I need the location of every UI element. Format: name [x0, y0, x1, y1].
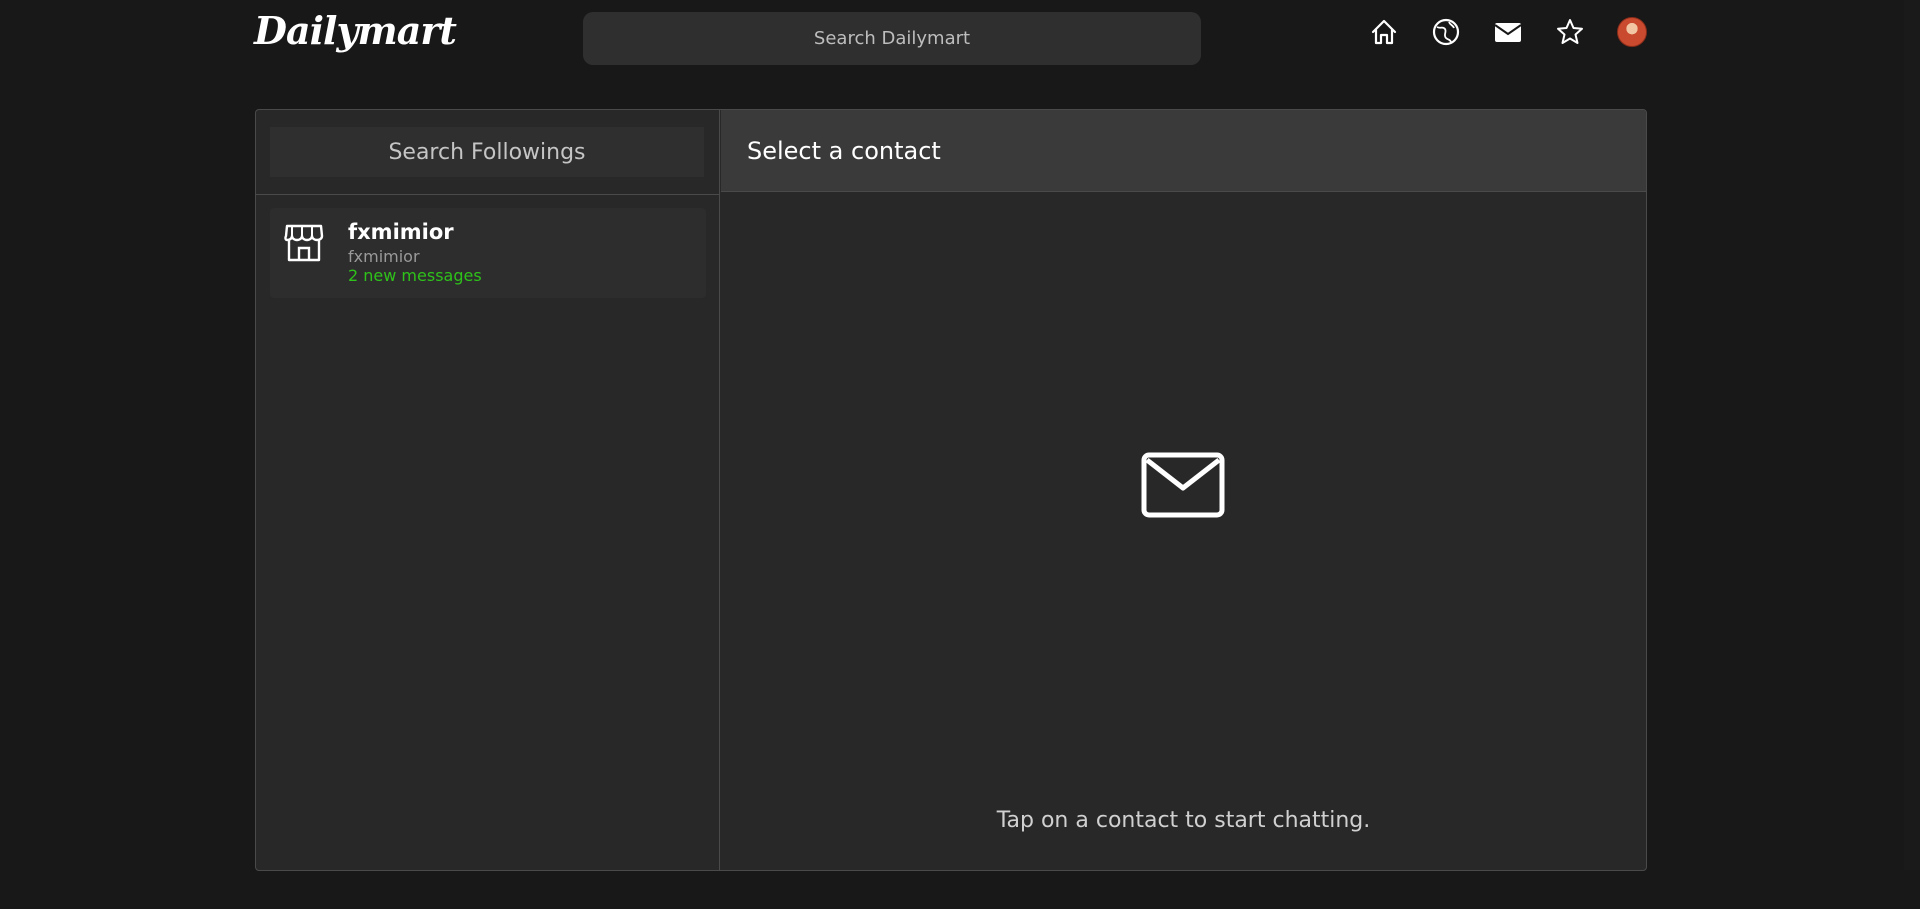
logo[interactable]: Dailymart — [254, 8, 457, 53]
chat-header: Select a contact — [721, 110, 1646, 192]
search-placeholder: Search Dailymart — [813, 28, 971, 49]
chat-title: Select a contact — [747, 136, 941, 165]
avatar[interactable] — [1616, 16, 1648, 48]
contact-username: fxmimior — [348, 247, 420, 266]
search-input[interactable]: Search Dailymart — [583, 12, 1201, 65]
star-icon[interactable] — [1554, 16, 1586, 48]
messages-panel: Search Followings fxmimior fxmimior 2 ne… — [255, 109, 1647, 871]
contacts-sidebar: Search Followings fxmimior fxmimior 2 ne… — [256, 110, 720, 870]
top-nav — [1368, 16, 1648, 48]
page-scrollbar[interactable] — [1904, 0, 1920, 870]
chat-area: Select a contact Tap on a contact to sta… — [721, 110, 1646, 870]
store-icon — [284, 222, 324, 264]
explore-icon[interactable] — [1430, 16, 1462, 48]
sidebar-header: Search Followings — [256, 110, 719, 195]
contact-name: fxmimior — [348, 220, 454, 244]
new-messages-badge: 2 new messages — [348, 266, 482, 285]
app-root: Dailymart Search Dailymart Search Follow… — [0, 0, 1920, 909]
avatar-image — [1617, 17, 1647, 47]
search-followings-placeholder: Search Followings — [388, 139, 586, 165]
mail-icon[interactable] — [1492, 16, 1524, 48]
empty-state-text: Tap on a contact to start chatting. — [996, 808, 1371, 833]
home-icon[interactable] — [1368, 16, 1400, 48]
contact-list-item[interactable]: fxmimior fxmimior 2 new messages — [270, 208, 706, 298]
envelope-icon — [1141, 452, 1225, 518]
search-followings-input[interactable]: Search Followings — [270, 127, 704, 177]
